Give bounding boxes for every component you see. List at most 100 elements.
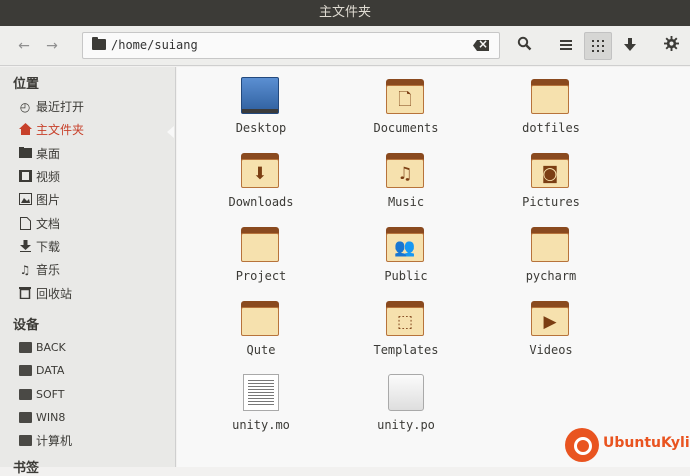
file-item-pycharm[interactable]: pycharm <box>491 215 611 285</box>
computer-icon <box>19 435 32 446</box>
sidebar-device-win8[interactable]: WIN8 <box>18 408 174 428</box>
sidebar-item-videos[interactable]: 视频 <box>18 167 174 187</box>
sidebar-item-label: DATA <box>36 364 65 377</box>
settings-button[interactable] <box>657 32 685 60</box>
file-name: Downloads <box>228 195 294 209</box>
selection-indicator <box>167 126 174 138</box>
sidebar-item-trash[interactable]: 回收站 <box>18 284 174 304</box>
documents-folder-icon: 🗋 <box>386 77 424 114</box>
sidebar-item-downloads[interactable]: 下载 <box>18 237 174 257</box>
file-name: Pictures <box>522 195 580 209</box>
music-icon: ♫ <box>19 263 31 277</box>
forward-button[interactable]: → <box>42 36 62 56</box>
search-button[interactable] <box>510 32 538 60</box>
sidebar-item-label: 回收站 <box>36 287 73 301</box>
toolbar: ← → /home/suiang <box>0 26 690 66</box>
binary-file-icon <box>243 374 279 411</box>
list-icon <box>560 40 572 50</box>
sidebar-device-data[interactable]: DATA <box>18 361 174 381</box>
grid-view-button[interactable] <box>584 32 612 60</box>
ubuntukylin-logo-icon <box>565 428 599 462</box>
file-name: Qute <box>246 343 276 357</box>
sidebar-item-music[interactable]: ♫ 音乐 <box>18 260 174 280</box>
sidebar-item-label: 最近打开 <box>36 100 85 114</box>
file-name: Documents <box>373 121 439 135</box>
download-icon <box>18 240 32 254</box>
downloads-folder-icon: ⬇ <box>241 151 279 188</box>
download-button[interactable] <box>616 32 644 60</box>
clear-location-button[interactable] <box>473 40 489 51</box>
recent-icon: ◴ <box>19 100 31 114</box>
file-item-project[interactable]: Project <box>201 215 321 285</box>
sidebar-item-label: WIN8 <box>36 411 66 424</box>
folder-icon <box>531 225 569 262</box>
sidebar-device-soft[interactable]: SOFT <box>18 385 174 405</box>
file-item-documents[interactable]: 🗋 Documents <box>346 67 466 137</box>
file-item-desktop[interactable]: Desktop <box>201 67 321 137</box>
sidebar-device-back[interactable]: BACK <box>18 338 174 358</box>
window-title: 主文件夹 <box>0 0 690 26</box>
sidebar-item-label: 下载 <box>36 240 61 254</box>
file-name: dotfiles <box>522 121 580 135</box>
sidebar-item-desktop[interactable]: 桌面 <box>18 144 174 164</box>
file-item-videos[interactable]: ▶ Videos <box>491 289 611 359</box>
location-bar[interactable]: /home/suiang <box>82 32 500 59</box>
text-file-icon <box>388 374 424 411</box>
file-item-unity-po[interactable]: unity.po <box>346 364 466 434</box>
file-item-pictures[interactable]: ◙ Pictures <box>491 141 611 211</box>
sidebar-item-label: 视频 <box>36 170 61 184</box>
desktop-icon <box>18 147 32 161</box>
folder-icon <box>92 37 106 50</box>
sidebar-item-recent[interactable]: ◴ 最近打开 <box>18 97 174 117</box>
drive-icon <box>19 342 32 353</box>
gear-icon <box>663 36 679 51</box>
sidebar-item-home[interactable]: 主文件夹 <box>18 120 174 140</box>
sidebar-device-computer[interactable]: 计算机 <box>18 431 174 451</box>
file-item-qute[interactable]: Qute <box>201 289 321 359</box>
desktop-folder-icon <box>241 77 279 114</box>
file-name: unity.mo <box>232 418 290 432</box>
file-item-music[interactable]: ♫ Music <box>346 141 466 211</box>
file-name: Music <box>387 195 425 209</box>
sidebar-item-label: 主文件夹 <box>36 123 85 137</box>
file-view[interactable]: Desktop 🗋 Documents dotfiles ⬇ Downloads… <box>177 67 690 467</box>
search-icon <box>517 36 531 51</box>
folder-icon <box>241 225 279 262</box>
sidebar-item-label: BACK <box>36 341 66 354</box>
sidebar-item-label: 图片 <box>36 193 61 207</box>
sidebar-item-label: 音乐 <box>36 263 61 277</box>
music-folder-icon: ♫ <box>386 151 424 188</box>
home-icon <box>18 123 32 137</box>
public-folder-icon: 👥 <box>386 225 424 262</box>
file-name: Project <box>235 269 287 283</box>
devices-heading: 设备 <box>13 318 40 333</box>
drive-icon <box>19 365 32 376</box>
file-name: Templates <box>373 343 439 357</box>
file-item-templates[interactable]: ⬚ Templates <box>346 289 466 359</box>
location-path[interactable]: /home/suiang <box>111 33 198 58</box>
sidebar-item-label: 桌面 <box>36 147 61 161</box>
file-name: Desktop <box>235 121 287 135</box>
sidebar-item-label: 文档 <box>36 217 61 231</box>
pictures-folder-icon: ◙ <box>531 151 569 188</box>
file-name: unity.po <box>377 418 435 432</box>
video-icon <box>18 170 32 184</box>
picture-icon <box>18 193 32 207</box>
trash-icon <box>18 287 32 301</box>
templates-folder-icon: ⬚ <box>386 299 424 336</box>
file-item-public[interactable]: 👥 Public <box>346 215 466 285</box>
list-view-button[interactable] <box>552 32 580 60</box>
sidebar-item-pictures[interactable]: 图片 <box>18 190 174 210</box>
document-icon <box>18 217 32 231</box>
folder-icon <box>241 299 279 336</box>
sidebar-item-documents[interactable]: 文档 <box>18 214 174 234</box>
file-item-dotfiles[interactable]: dotfiles <box>491 67 611 137</box>
sidebar: 位置 ◴ 最近打开 主文件夹 桌面 视频 图片 文档 下载 ♫ 音乐 回收站 设… <box>0 67 176 476</box>
watermark-text: UbuntuKylin <box>603 435 690 451</box>
file-item-downloads[interactable]: ⬇ Downloads <box>201 141 321 211</box>
back-button[interactable]: ← <box>14 36 34 56</box>
folder-icon <box>531 77 569 114</box>
file-name: pycharm <box>525 269 577 283</box>
file-item-unity-mo[interactable]: unity.mo <box>201 364 321 434</box>
places-heading: 位置 <box>13 77 40 92</box>
